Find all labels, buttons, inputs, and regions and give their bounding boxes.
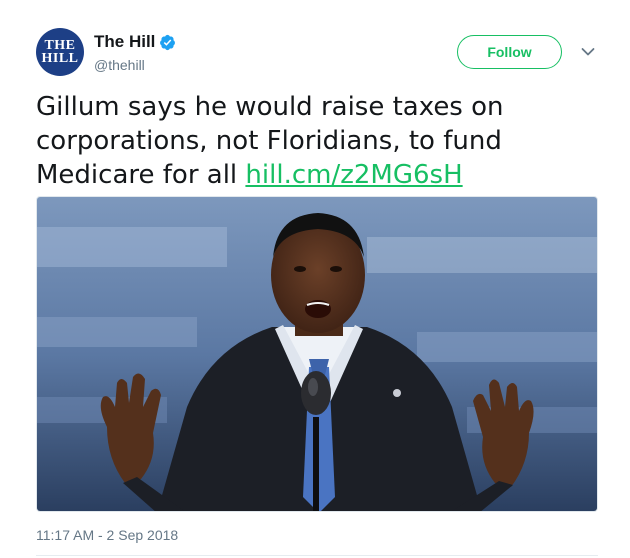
speaker-photo — [37, 197, 597, 511]
tweet-card: THE HILL The Hill @thehill Follow Gillum… — [0, 0, 630, 558]
follow-button[interactable]: Follow — [457, 35, 562, 69]
tweet-text: Gillum says he would raise taxes on corp… — [36, 90, 611, 192]
divider — [36, 555, 598, 556]
avatar[interactable]: THE HILL — [36, 28, 84, 76]
tweet-timestamp[interactable]: 11:17 AM - 2 Sep 2018 — [36, 527, 178, 543]
chevron-down-icon[interactable] — [580, 45, 596, 59]
tweet-media-photo[interactable] — [36, 196, 598, 512]
tweet-link[interactable]: hill.cm/z2MG6sH — [245, 160, 462, 190]
account-name-row[interactable]: The Hill — [94, 32, 176, 52]
verified-badge-icon — [159, 34, 176, 51]
account-handle[interactable]: @thehill — [94, 57, 145, 73]
avatar-text-line1: THE — [44, 37, 76, 53]
avatar-text-line2: HILL — [41, 51, 79, 66]
display-name[interactable]: The Hill — [94, 32, 155, 52]
